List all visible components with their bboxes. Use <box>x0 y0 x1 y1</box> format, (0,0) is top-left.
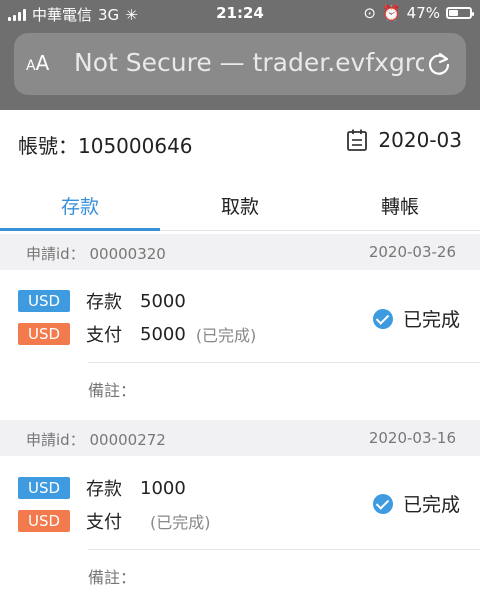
deposit-amount: 1000 <box>140 477 186 499</box>
check-circle-icon <box>372 493 393 514</box>
payment-note: (已完成) <box>150 513 211 532</box>
tab-transfer[interactable]: 轉帳 <box>320 180 480 230</box>
currency-badge: USD <box>18 290 70 312</box>
record-id-value: 00000320 <box>89 245 166 263</box>
status-bar: 中華電信 3G ✳ 21:24 ⊙ ⏰ 47% <box>0 0 480 28</box>
record-date: 2020-03-16 <box>368 429 456 447</box>
orientation-lock-icon: ⊙ <box>363 4 376 22</box>
month-selector[interactable]: 2020-03 <box>346 128 462 152</box>
battery-percent: 47% <box>406 4 440 22</box>
deposit-amount: 5000 <box>140 290 186 312</box>
address-bar[interactable]: AA Not Secure — trader.evfxgro <box>14 33 466 95</box>
currency-badge: USD <box>18 323 70 345</box>
record-id-value: 00000272 <box>89 431 166 449</box>
status-label: 已完成 <box>402 494 460 516</box>
deposit-line: USD 存款 1000 <box>18 475 186 501</box>
text-size-button[interactable]: AA <box>26 51 49 75</box>
currency-badge: USD <box>18 510 70 532</box>
reload-icon[interactable] <box>426 51 452 77</box>
tab-withdraw[interactable]: 取款 <box>160 180 320 230</box>
deposit-line: USD 存款 5000 <box>18 288 186 314</box>
currency-badge: USD <box>18 477 70 499</box>
status-right: ⊙ ⏰ 47% <box>363 4 474 22</box>
check-circle-icon <box>372 308 393 329</box>
status-label: 已完成 <box>402 309 460 331</box>
record-id: 申請id： 00000320 <box>26 243 166 264</box>
account-info: 帳號：105000646 <box>18 130 193 159</box>
deposit-type: 存款 <box>86 479 122 500</box>
remark-label: 備註： <box>88 568 137 587</box>
record-status: 已完成 <box>372 305 460 332</box>
record-id-label: 申請id： <box>26 431 85 449</box>
payment-line: USD 支付 5000 (已完成) <box>18 321 256 347</box>
payment-type: 支付 <box>86 325 122 346</box>
payment-amount: 5000 <box>140 323 186 345</box>
browser-chrome: 中華電信 3G ✳ 21:24 ⊙ ⏰ 47% AA Not Secure — … <box>0 0 480 110</box>
divider <box>88 549 480 550</box>
record-id-label: 申請id： <box>26 245 85 263</box>
alarm-icon: ⏰ <box>381 4 401 22</box>
account-number: 105000646 <box>78 134 193 158</box>
deposit-type: 存款 <box>86 292 122 313</box>
url-text[interactable]: Not Secure — trader.evfxgro <box>74 48 424 77</box>
remark-label: 備註： <box>88 381 137 400</box>
record-header: 申請id： 00000320 2020-03-26 <box>0 234 480 270</box>
record-date: 2020-03-26 <box>368 243 456 261</box>
record-id: 申請id： 00000272 <box>26 429 166 450</box>
tab-deposit[interactable]: 存款 <box>0 180 160 231</box>
account-label: 帳號： <box>18 134 78 158</box>
payment-type: 支付 <box>86 512 122 533</box>
record-header: 申請id： 00000272 2020-03-16 <box>0 420 480 456</box>
battery-fill <box>449 10 459 16</box>
payment-line: USD 支付 (已完成) <box>18 508 211 534</box>
divider <box>88 362 480 363</box>
month-value: 2020-03 <box>378 128 462 152</box>
record-status: 已完成 <box>372 490 460 517</box>
payment-note: (已完成) <box>195 326 257 345</box>
battery-icon <box>446 7 474 19</box>
calendar-icon <box>347 129 368 151</box>
tab-bar: 存款 取款 轉帳 <box>0 180 480 231</box>
